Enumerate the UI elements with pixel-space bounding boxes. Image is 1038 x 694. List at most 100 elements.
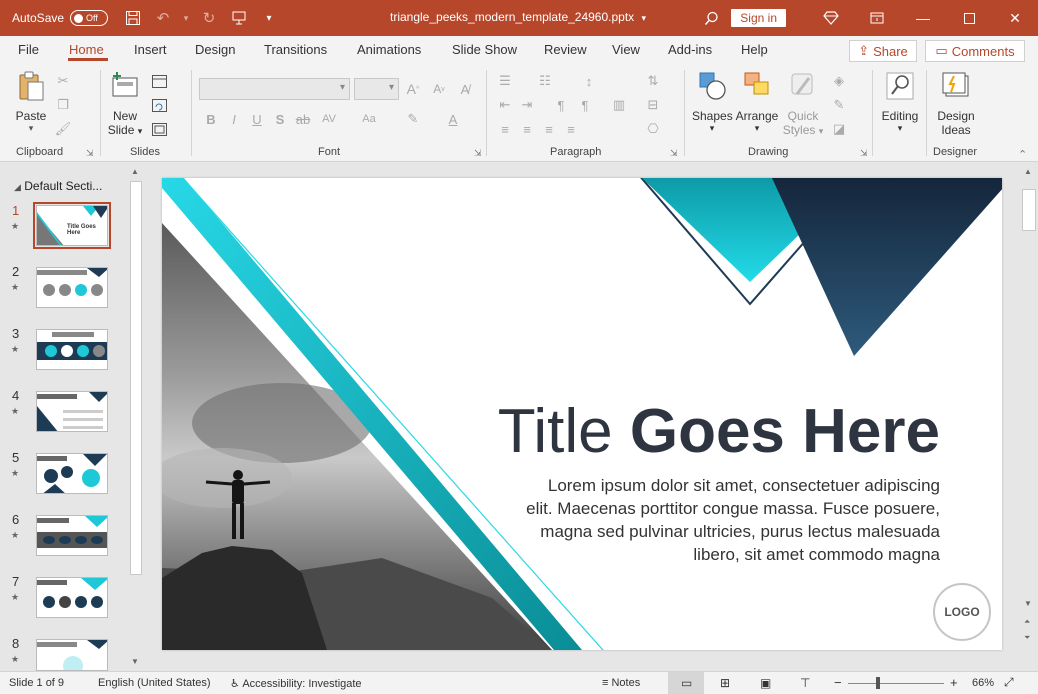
- maximize-icon[interactable]: [946, 0, 992, 36]
- slide-body-text[interactable]: Lorem ipsum dolor sit amet, consectetuer…: [500, 474, 940, 566]
- dialog-launcher-icon[interactable]: ⇲: [474, 148, 482, 159]
- thumbnail-scrollbar[interactable]: ▲ ▼: [129, 167, 143, 667]
- slide-thumbnail-6[interactable]: [36, 515, 108, 556]
- slide-sorter-icon[interactable]: ⊞: [720, 676, 730, 690]
- tab-view[interactable]: View: [612, 42, 640, 57]
- font-size-dropdown[interactable]: [354, 78, 399, 100]
- logo-placeholder[interactable]: LOGO: [933, 583, 991, 641]
- zoom-out-icon[interactable]: −: [834, 675, 842, 690]
- minimize-icon[interactable]: —: [900, 0, 946, 36]
- language-indicator[interactable]: English (United States): [98, 677, 211, 689]
- tab-animations[interactable]: Animations: [357, 42, 421, 57]
- quick-styles-button[interactable]: Quick Styles ▾: [782, 70, 824, 137]
- shape-outline-icon[interactable]: ✎: [830, 96, 848, 114]
- clear-formatting-icon[interactable]: A̸: [456, 80, 474, 98]
- slide-thumbnail-2[interactable]: [36, 267, 108, 308]
- slide-scrollbar[interactable]: ▲ ▼ ⏶ ⏷: [1020, 163, 1038, 671]
- character-spacing-icon[interactable]: AV: [320, 110, 338, 128]
- zoom-level[interactable]: 66%: [972, 677, 994, 689]
- accessibility-status[interactable]: ♿ Accessibility: Investigate: [230, 677, 362, 690]
- align-left-icon[interactable]: ≡: [496, 120, 514, 138]
- slide-canvas[interactable]: Title Goes Here Lorem ipsum dolor sit am…: [162, 178, 1002, 650]
- paste-button[interactable]: Paste ▾: [12, 70, 50, 134]
- layout-icon[interactable]: [150, 72, 168, 90]
- bullets-icon[interactable]: ☰: [496, 72, 514, 90]
- diamond-icon[interactable]: [808, 0, 854, 36]
- section-icon[interactable]: [150, 120, 168, 138]
- slide-thumbnail-8[interactable]: [36, 639, 108, 671]
- tab-design[interactable]: Design: [195, 42, 235, 57]
- scroll-down-icon[interactable]: ▼: [1024, 599, 1032, 608]
- tab-insert[interactable]: Insert: [134, 42, 167, 57]
- slide-thumbnail-4[interactable]: [36, 391, 108, 432]
- scroll-up-icon[interactable]: ▲: [131, 167, 139, 176]
- tab-file[interactable]: File: [18, 42, 39, 57]
- underline-icon[interactable]: U: [248, 110, 266, 128]
- tab-home[interactable]: Home: [69, 42, 104, 57]
- tab-help[interactable]: Help: [741, 42, 768, 57]
- slide-thumbnail-3[interactable]: [36, 329, 108, 370]
- sign-in-button[interactable]: Sign in: [731, 9, 786, 27]
- undo-icon[interactable]: ↶: [148, 0, 178, 36]
- italic-icon[interactable]: I: [225, 110, 243, 128]
- align-center-icon[interactable]: ≡: [518, 120, 536, 138]
- redo-icon[interactable]: ↻: [194, 0, 224, 36]
- save-icon[interactable]: [118, 0, 148, 36]
- editing-button[interactable]: Editing ▾: [878, 70, 922, 134]
- present-icon[interactable]: [224, 0, 254, 36]
- slideshow-icon[interactable]: ⊤: [800, 676, 810, 690]
- scroll-down-icon[interactable]: ▼: [131, 657, 139, 666]
- tab-transitions[interactable]: Transitions: [264, 42, 327, 57]
- dialog-launcher-icon[interactable]: ⇲: [86, 148, 94, 159]
- smartart-icon[interactable]: ⎔: [644, 120, 662, 138]
- rtl-icon[interactable]: ¶: [552, 96, 570, 114]
- close-icon[interactable]: ✕: [992, 0, 1038, 36]
- undo-dropdown-icon[interactable]: ▾: [178, 0, 194, 36]
- design-ideas-button[interactable]: Design Ideas: [934, 70, 978, 137]
- ribbon-display-icon[interactable]: [854, 0, 900, 36]
- tab-review[interactable]: Review: [544, 42, 587, 57]
- zoom-slider-thumb[interactable]: [876, 677, 880, 689]
- strikethrough-icon[interactable]: ab: [294, 110, 312, 128]
- autosave-toggle[interactable]: Off: [70, 10, 109, 26]
- text-shadow-icon[interactable]: S: [271, 110, 289, 128]
- justify-icon[interactable]: ≡: [562, 120, 580, 138]
- ltr-icon[interactable]: ¶: [576, 96, 594, 114]
- numbering-icon[interactable]: ☷: [536, 72, 554, 90]
- copy-icon[interactable]: ❐: [54, 96, 72, 114]
- shape-effects-icon[interactable]: ◪: [830, 120, 848, 138]
- font-family-dropdown[interactable]: [199, 78, 350, 100]
- scrollbar-thumb[interactable]: [1022, 189, 1036, 231]
- slide-title[interactable]: Title Goes Here: [498, 396, 940, 467]
- document-title[interactable]: triangle_peeks_modern_template_24960.ppt…: [390, 10, 646, 24]
- shapes-button[interactable]: Shapes ▾: [692, 70, 733, 134]
- highlight-icon[interactable]: ✎: [404, 110, 422, 128]
- slide-thumbnail-7[interactable]: [36, 577, 108, 618]
- zoom-in-icon[interactable]: +: [950, 675, 958, 690]
- align-right-icon[interactable]: ≡: [540, 120, 558, 138]
- increase-font-size-icon[interactable]: A ^: [404, 80, 422, 98]
- scrollbar-thumb[interactable]: [130, 181, 142, 575]
- text-direction-icon[interactable]: ⇅: [644, 72, 662, 90]
- bold-icon[interactable]: B: [202, 110, 220, 128]
- zoom-slider-track[interactable]: [848, 683, 944, 684]
- increase-indent-icon[interactable]: ⇥: [518, 96, 536, 114]
- decrease-indent-icon[interactable]: ⇤: [496, 96, 514, 114]
- reset-icon[interactable]: [150, 96, 168, 114]
- reading-view-icon[interactable]: ▣: [760, 676, 771, 690]
- change-case-icon[interactable]: Aa: [360, 110, 378, 128]
- fit-slide-icon[interactable]: ⤢: [1004, 675, 1014, 690]
- columns-icon[interactable]: ▥: [610, 96, 628, 114]
- share-button[interactable]: ⇪ Share: [849, 40, 917, 62]
- decrease-font-size-icon[interactable]: Av: [430, 80, 448, 98]
- slide-thumbnail-5[interactable]: [36, 453, 108, 494]
- customize-qat-icon[interactable]: ▾: [254, 0, 284, 36]
- line-spacing-icon[interactable]: ↕: [580, 72, 598, 90]
- align-text-icon[interactable]: ⊟: [644, 96, 662, 114]
- shape-fill-icon[interactable]: ◈: [830, 72, 848, 90]
- scroll-up-icon[interactable]: ▲: [1024, 167, 1032, 176]
- dialog-launcher-icon[interactable]: ⇲: [670, 148, 678, 159]
- format-painter-icon[interactable]: 🖌: [54, 120, 72, 138]
- previous-slide-icon[interactable]: ⏶: [1024, 617, 1030, 627]
- arrange-button[interactable]: Arrange ▾: [735, 70, 779, 134]
